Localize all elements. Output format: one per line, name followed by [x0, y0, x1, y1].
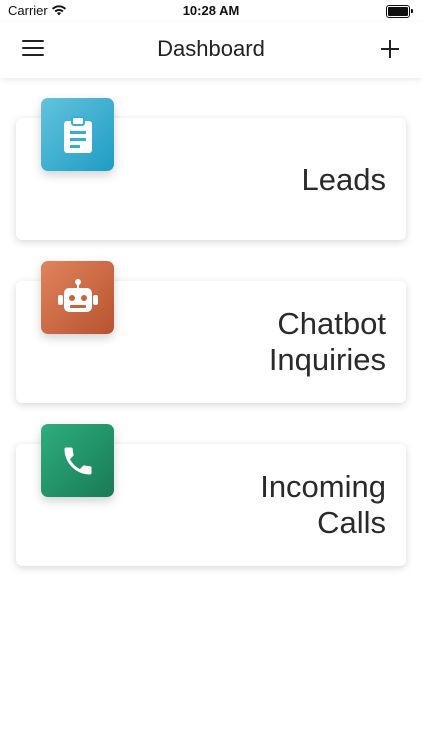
battery-icon [386, 5, 413, 18]
chatbot-card-label-line: Chatbot [277, 306, 386, 341]
nav-bar: Dashboard [0, 22, 422, 78]
phone-icon [41, 424, 114, 497]
page-title: Dashboard [157, 36, 265, 61]
leads-card-label: Leads [302, 162, 386, 198]
chatbot-card-label-line: Inquiries [268, 342, 386, 377]
status-bar: Carrier 10:28 AM [0, 0, 422, 22]
status-time: 10:28 AM [182, 3, 240, 18]
calls-card-label-line: Calls [317, 505, 386, 540]
calls-card-label-line: Incoming [260, 469, 386, 504]
robot-icon [41, 261, 114, 334]
clipboard-icon [41, 98, 114, 171]
leads-card-label-line: Leads [301, 162, 386, 197]
chatbot-card-label: Chatbot Inquiries [269, 306, 386, 378]
plus-icon[interactable] [380, 39, 400, 59]
calls-card-label: Incoming Calls [260, 469, 386, 541]
